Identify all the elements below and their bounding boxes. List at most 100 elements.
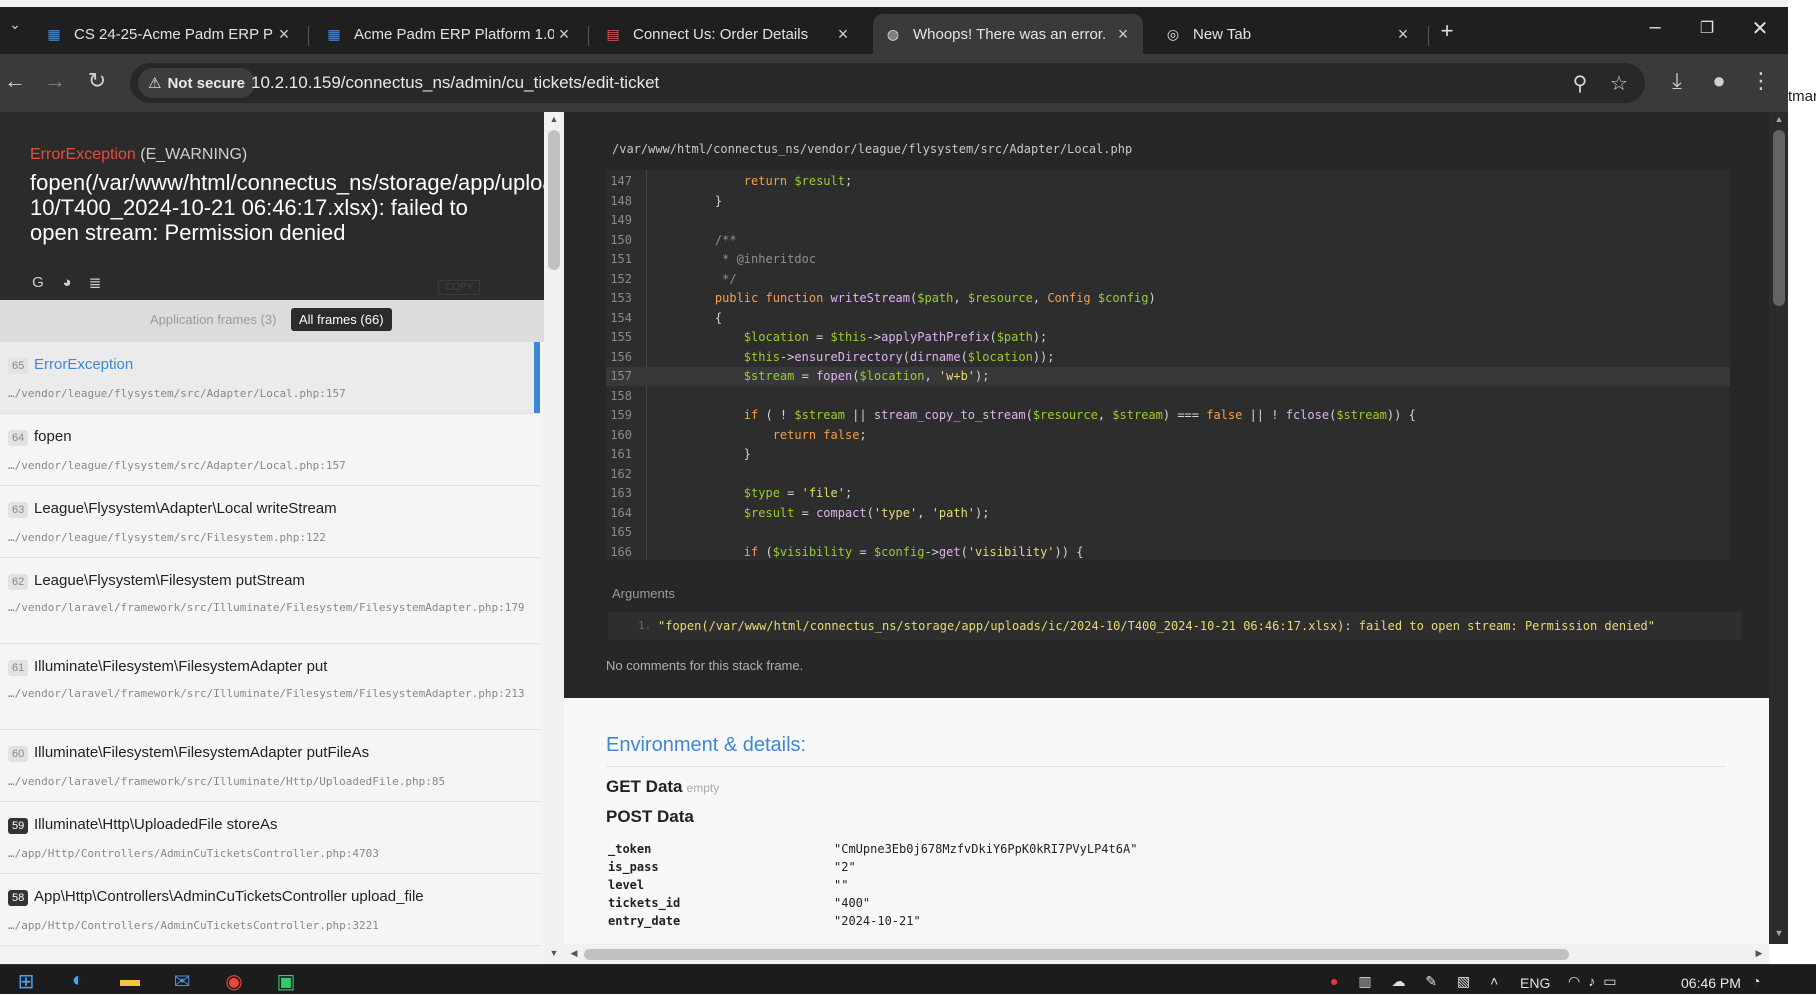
notification-icon[interactable]: ◔	[1752, 973, 1760, 989]
scroll-right-arrow-icon[interactable]: ▶	[1749, 948, 1769, 959]
bookmark-star-icon[interactable]: ☆	[1606, 71, 1632, 96]
url-text[interactable]: 10.2.10.159/connectus_ns/admin/cu_ticket…	[251, 73, 659, 93]
new-tab-plus-icon[interactable]: +	[1432, 18, 1462, 44]
teams-icon[interactable]: ▥	[1358, 973, 1371, 989]
reload-icon[interactable]: ↻	[82, 68, 112, 94]
frame-file-path[interactable]: /var/www/html/connectus_ns/vendor/league…	[612, 142, 1132, 156]
battery-icon: ▭	[1603, 973, 1617, 989]
scroll-left-arrow-icon[interactable]: ◀	[564, 948, 584, 959]
address-bar[interactable]: ⚠ Not secure 10.2.10.159/connectus_ns/ad…	[130, 63, 1645, 103]
line-number: 160	[610, 427, 632, 442]
stack-frame[interactable]: 63 League\Flysystem\Adapter\Local writeS…	[0, 486, 540, 558]
application-frames-filter[interactable]: Application frames (3)	[150, 312, 276, 327]
tab-acme-erp-1[interactable]: ▦ CS 24-25-Acme Padm ERP Platf ×	[34, 14, 304, 54]
line-number: 165	[610, 525, 632, 539]
close-icon[interactable]: ×	[1393, 24, 1413, 45]
line-number: 163	[610, 486, 632, 500]
app-icon[interactable]: ▣	[272, 969, 300, 995]
close-icon[interactable]: ×	[1113, 24, 1133, 45]
window-close-icon[interactable]: ✕	[1745, 16, 1775, 41]
post-key: is_pass	[608, 860, 659, 874]
security-badge[interactable]: ⚠ Not secure	[138, 68, 255, 98]
code-line: 158	[606, 387, 1730, 406]
stack-frame[interactable]: 62 League\Flysystem\Filesystem putStream…	[0, 558, 540, 644]
stack-frame[interactable]: 59 Illuminate\Http\UploadedFile storeAs …	[0, 802, 540, 874]
language-indicator[interactable]: ENG	[1520, 975, 1550, 991]
chrome-icon[interactable]: ◉	[220, 969, 248, 995]
stack-frame[interactable]: 58 App\Http\Controllers\AdminCuTicketsCo…	[0, 874, 540, 946]
duckduckgo-icon[interactable]: ◕	[58, 274, 76, 291]
stack-frame[interactable]: 60 Illuminate\Filesystem\FilesystemAdapt…	[0, 730, 540, 802]
clock[interactable]: 06:46 PM	[1681, 975, 1741, 991]
tab-acme-erp-2[interactable]: ▦ Acme Padm ERP Platform 1.00 ×	[314, 14, 584, 54]
pen-icon[interactable]: ✎	[1425, 973, 1437, 989]
background-window-text: tmar	[1788, 88, 1816, 105]
line-number: 162	[610, 466, 632, 481]
tab-order-details[interactable]: ▤ Connect Us: Order Details ×	[593, 14, 863, 54]
get-data-empty: empty	[686, 781, 720, 795]
frame-file: …/vendor/league/flysystem/src/Adapter/Lo…	[8, 459, 346, 472]
stackoverflow-icon[interactable]: ≣	[86, 274, 104, 292]
menu-kebab-icon[interactable]: ⋮	[1746, 68, 1776, 94]
tab-separator	[588, 26, 589, 46]
record-icon[interactable]: ●	[1330, 973, 1338, 989]
close-icon[interactable]: ×	[833, 24, 853, 45]
error-header: ErrorException (E_WARNING) fopen(/var/ww…	[0, 112, 544, 300]
tab-new-tab[interactable]: ◎ New Tab ×	[1153, 14, 1423, 54]
exception-message: fopen(/var/www/html/connectus_ns/storage…	[30, 170, 544, 245]
forward-arrow-icon[interactable]: →	[40, 68, 70, 94]
copy-button[interactable]: COPY	[438, 280, 481, 295]
window-top-edge	[0, 0, 1788, 7]
minimize-icon[interactable]: –	[1640, 16, 1670, 39]
tab-label: Acme Padm ERP Platform 1.00	[354, 25, 554, 43]
page-scrollbar-thumb[interactable]	[1773, 130, 1785, 306]
background-window-edge	[1788, 0, 1816, 964]
code-line: 166 if ($visibility = $config->get('visi…	[606, 543, 1730, 561]
tab-label: Connect Us: Order Details	[633, 25, 809, 43]
system-tray-icons: ● ▥ ☁ ✎ ▧ ˄	[1330, 973, 1498, 990]
windows-start-icon[interactable]: ⊞	[12, 969, 40, 995]
network-volume-icons[interactable]: ◠ ♪ ▭	[1568, 973, 1616, 990]
horizontal-scrollbar[interactable]: ◀ ▶	[564, 944, 1769, 964]
stack-frame[interactable]: 64 fopen …/vendor/league/flysystem/src/A…	[0, 414, 540, 486]
line-number: 155	[610, 330, 632, 344]
profile-icon[interactable]: ●	[1704, 68, 1734, 94]
restore-icon[interactable]: ❐	[1692, 18, 1722, 38]
scroll-down-arrow-icon[interactable]: ▼	[544, 948, 564, 958]
onedrive-icon[interactable]: ☁	[1391, 973, 1405, 989]
frame-number: 64	[8, 430, 29, 446]
download-icon[interactable]: ⤓	[1662, 68, 1692, 94]
chevron-up-icon[interactable]: ˄	[1490, 973, 1498, 989]
line-code: $type = 'file';	[743, 486, 853, 500]
line-code: {	[686, 310, 723, 325]
close-icon[interactable]: ×	[274, 24, 294, 45]
code-line: 147 return $result;	[606, 172, 1730, 191]
frames-scrollbar-thumb[interactable]	[548, 130, 560, 270]
zoom-icon[interactable]: ⚲	[1567, 71, 1593, 96]
tab-search-chevron-icon[interactable]: ⌄	[0, 16, 30, 33]
horizontal-scrollbar-thumb[interactable]	[584, 949, 1569, 960]
stack-frame[interactable]: 65 ErrorException …/vendor/league/flysys…	[0, 342, 540, 414]
edge-browser-icon[interactable]: ◐	[64, 969, 92, 995]
frame-file: …/vendor/laravel/framework/src/Illuminat…	[8, 601, 525, 614]
environment-details: Environment & details: GET Data empty POS…	[564, 698, 1769, 944]
page-scrollbar[interactable]: ▲ ▼	[1769, 112, 1788, 944]
tab-whoops-error[interactable]: ◍ Whoops! There was an error. ×	[873, 14, 1143, 54]
all-frames-filter[interactable]: All frames (66)	[291, 308, 392, 331]
excel-icon[interactable]: ▧	[1457, 973, 1470, 989]
scroll-up-arrow-icon[interactable]: ▲	[544, 114, 564, 124]
google-search-icon[interactable]: G	[29, 274, 47, 291]
mail-icon[interactable]: ✉	[168, 969, 196, 995]
line-code: */	[686, 271, 737, 286]
frames-scrollbar[interactable]: ▲ ▼	[544, 112, 564, 964]
code-line: 156 $this->ensureDirectory(dirname($loca…	[606, 348, 1730, 367]
scroll-up-arrow-icon[interactable]: ▲	[1769, 114, 1789, 124]
line-number: 164	[610, 505, 632, 520]
code-line: 157 $stream = fopen($location, 'w+b');	[606, 367, 1730, 386]
stack-frame[interactable]: 61 Illuminate\Filesystem\FilesystemAdapt…	[0, 644, 540, 730]
close-icon[interactable]: ×	[554, 24, 574, 45]
file-explorer-icon[interactable]: ▬	[116, 969, 144, 995]
scroll-down-arrow-icon[interactable]: ▼	[1769, 928, 1789, 938]
frame-number: 61	[8, 660, 29, 676]
back-arrow-icon[interactable]: ←	[0, 68, 30, 94]
